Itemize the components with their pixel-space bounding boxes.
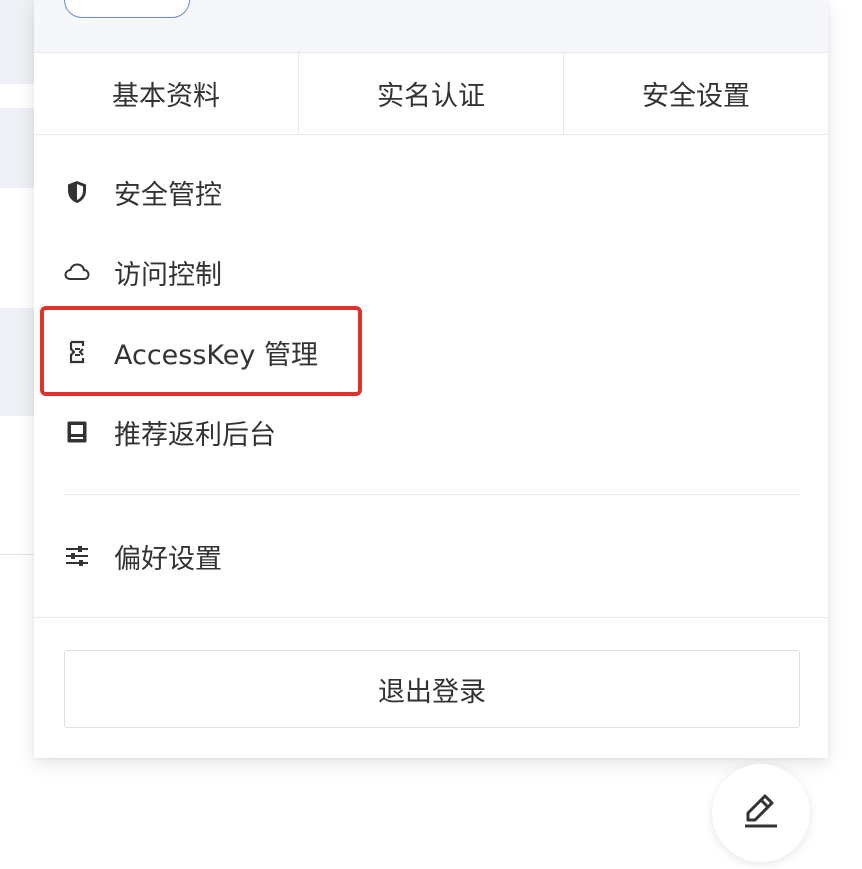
page: 基本资料 实名认证 安全设置 安全管控 访问控制 AccessKey 管理 推荐…	[0, 0, 862, 869]
menu-item-accesskey-management[interactable]: AccessKey 管理	[34, 322, 828, 382]
panel-icon	[64, 419, 90, 445]
menu-item-security-control[interactable]: 安全管控	[34, 162, 828, 222]
menu-item-preferences[interactable]: 偏好设置	[34, 526, 828, 586]
edit-floating-button[interactable]	[712, 764, 810, 862]
tab-real-name-verification[interactable]: 实名认证	[299, 52, 564, 134]
shield-icon	[64, 179, 90, 205]
tab-basic-info[interactable]: 基本资料	[34, 52, 299, 134]
menu-item-label: AccessKey 管理	[114, 339, 318, 371]
background-divider	[0, 554, 34, 555]
menu-item-label: 访问控制	[114, 259, 222, 291]
menu-divider	[64, 494, 800, 495]
footer-divider	[34, 617, 828, 618]
tab-security-settings[interactable]: 安全设置	[564, 52, 828, 134]
menu-item-referral-rebate[interactable]: 推荐返利后台	[34, 402, 828, 462]
key-bracket-icon	[64, 339, 90, 365]
menu-item-access-control[interactable]: 访问控制	[34, 242, 828, 302]
cloud-icon	[64, 259, 90, 285]
panel-header	[34, 0, 828, 53]
edit-pen-icon	[739, 789, 783, 837]
header-badge[interactable]	[64, 0, 190, 18]
sliders-icon	[64, 543, 90, 569]
account-tabs: 基本资料 实名认证 安全设置	[34, 52, 828, 135]
background-content	[0, 308, 34, 416]
logout-button[interactable]: 退出登录	[64, 650, 800, 728]
menu-item-label: 偏好设置	[114, 543, 222, 575]
menu-item-label: 安全管控	[114, 179, 222, 211]
menu-item-label: 推荐返利后台	[114, 419, 276, 451]
background-content	[0, 0, 34, 84]
background-content	[0, 108, 34, 188]
account-dropdown-panel: 基本资料 实名认证 安全设置 安全管控 访问控制 AccessKey 管理 推荐…	[34, 0, 828, 758]
